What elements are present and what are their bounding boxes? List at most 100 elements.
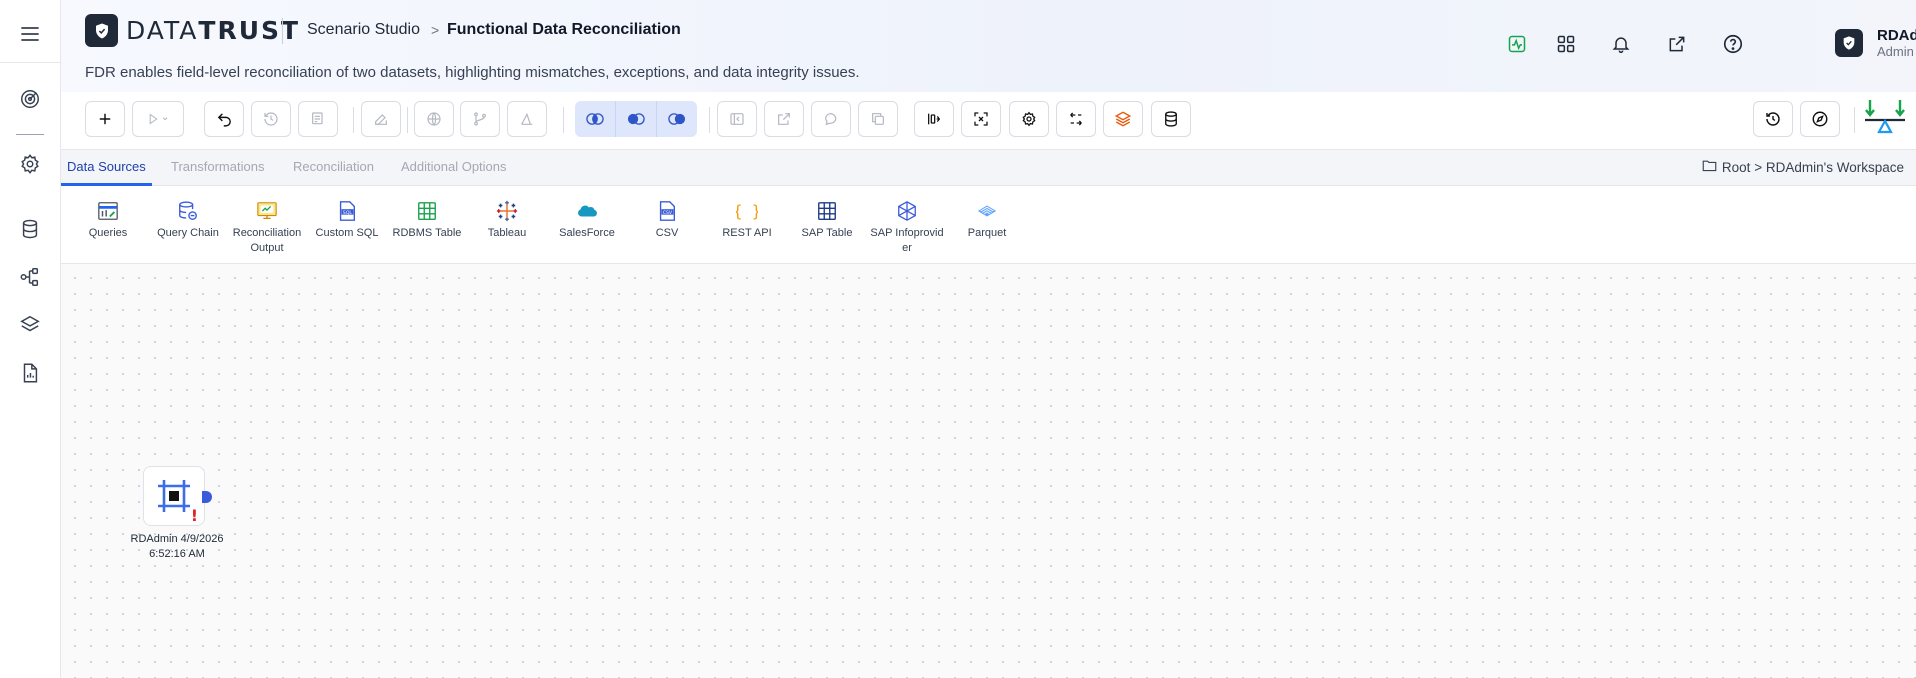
csv-icon: CSV <box>659 201 676 221</box>
custom-sql-icon: SQL <box>339 201 356 221</box>
palette-label: Custom SQL <box>315 227 379 239</box>
database-button[interactable] <box>1151 101 1191 137</box>
node-label: RDAdmin 4/9/2026 6:52:16 AM <box>130 533 224 560</box>
collapse-panel-button[interactable] <box>717 101 757 137</box>
palette-item-sap-table[interactable]: SAP Table <box>789 200 865 241</box>
workspace-separator: > <box>1754 159 1763 175</box>
palette-item-custom-sql[interactable]: SQL Custom SQL <box>309 200 385 241</box>
external-link-icon[interactable] <box>1664 31 1690 57</box>
left-join-icon[interactable] <box>616 101 657 137</box>
folder-icon <box>1702 159 1717 175</box>
inner-join-icon[interactable] <box>575 101 616 137</box>
toolbar-divider <box>353 107 354 133</box>
report-icon[interactable] <box>17 360 43 386</box>
palette-item-rest-api[interactable]: { } REST API <box>709 200 785 241</box>
sap-infoprovider-icon <box>898 201 916 221</box>
bell-icon[interactable] <box>1608 31 1634 57</box>
user-name: RDAdmin <box>1877 27 1916 44</box>
workflow-icon[interactable] <box>17 264 43 290</box>
workflow-node[interactable]: ! <box>143 466 212 526</box>
parquet-icon <box>977 205 997 217</box>
user-role: Admin <box>1877 44 1914 59</box>
workspace-root[interactable]: Root <box>1722 160 1751 175</box>
palette-label: Reconciliation Output <box>232 227 302 254</box>
palette-item-tableau[interactable]: Tableau <box>469 200 545 241</box>
palette-item-parquet[interactable]: Parquet <box>949 200 1025 241</box>
palette-item-csv[interactable]: CSV CSV <box>629 200 705 241</box>
workspace-name[interactable]: RDAdmin's Workspace <box>1766 160 1904 175</box>
palette-item-query-chain[interactable]: Query Chain <box>150 200 226 241</box>
shield-logo-icon <box>85 14 118 47</box>
chart-button[interactable] <box>507 101 547 137</box>
gear-button[interactable] <box>1009 101 1049 137</box>
tab-additional-options[interactable]: Additional Options <box>395 150 513 186</box>
undo-button[interactable] <box>204 101 244 137</box>
balance-scale-icon[interactable] <box>1863 96 1907 140</box>
comment-button[interactable] <box>811 101 851 137</box>
tab-bar: Data Sources Transformations Reconciliat… <box>61 149 1916 186</box>
tab-transformations[interactable]: Transformations <box>165 150 270 186</box>
brand-wordmark: DATATRUST <box>126 16 301 45</box>
workspace-breadcrumb[interactable]: Root > RDAdmin's Workspace <box>1702 159 1904 175</box>
fit-view-button[interactable] <box>961 101 1001 137</box>
right-join-icon[interactable] <box>657 101 697 137</box>
data-source-palette: Queries Query Chain Reconciliation Outpu… <box>61 186 1916 264</box>
warning-icon: ! <box>190 506 198 525</box>
svg-text:CSV: CSV <box>663 210 673 216</box>
join-type-toggle-group <box>575 101 697 137</box>
query-chain-icon <box>179 201 197 220</box>
tab-data-sources[interactable]: Data Sources <box>61 150 152 186</box>
sap-table-icon <box>818 202 836 220</box>
datatrust-logo[interactable]: DATATRUST <box>85 14 300 47</box>
globe-button[interactable] <box>414 101 454 137</box>
toolbar <box>61 92 1916 149</box>
breadcrumb-parent[interactable]: Scenario Studio <box>307 21 420 39</box>
history-button[interactable] <box>251 101 291 137</box>
palette-label: RDBMS Table <box>392 227 462 239</box>
palette-item-queries[interactable]: Queries <box>70 200 146 241</box>
palette-label: Tableau <box>487 227 527 239</box>
layers-icon[interactable] <box>17 312 43 338</box>
database-icon[interactable] <box>17 216 43 242</box>
apps-grid-icon[interactable] <box>1553 31 1579 57</box>
toolbar-divider <box>709 107 710 133</box>
user-menu[interactable]: RDAdmin Admin <box>1835 27 1916 59</box>
edit-button[interactable] <box>361 101 401 137</box>
reconciliation-output-icon <box>257 202 277 219</box>
tab-reconciliation[interactable]: Reconciliation <box>287 150 380 186</box>
palette-label: CSV <box>655 227 679 239</box>
compass-button[interactable] <box>1800 101 1840 137</box>
output-port[interactable] <box>202 491 212 503</box>
settings-icon[interactable] <box>17 151 43 177</box>
export-button[interactable] <box>764 101 804 137</box>
activity-icon[interactable] <box>1504 31 1530 57</box>
user-avatar-icon <box>1835 29 1863 57</box>
branch-button[interactable] <box>460 101 500 137</box>
workflow-canvas[interactable]: ! RDAdmin 4/9/2026 6:52:16 AM <box>61 264 1916 678</box>
mapping-button[interactable] <box>1056 101 1096 137</box>
left-rail <box>0 0 61 678</box>
palette-item-sap-infoprovider[interactable]: SAP Infoprovider <box>869 200 945 256</box>
queries-icon <box>98 202 118 220</box>
target-icon[interactable] <box>17 86 43 112</box>
stack-button[interactable] <box>1103 101 1143 137</box>
page-header: DATATRUST Scenario Studio > Functional D… <box>61 0 1916 92</box>
palette-item-salesforce[interactable]: SalesForce <box>549 200 625 241</box>
copy-button[interactable] <box>858 101 898 137</box>
restore-button[interactable] <box>1753 101 1793 137</box>
help-icon[interactable] <box>1720 31 1746 57</box>
palette-item-reconciliation-output[interactable]: Reconciliation Output <box>229 200 305 256</box>
rail-divider <box>0 62 61 63</box>
hamburger-menu-icon[interactable] <box>18 22 42 46</box>
version-list-button[interactable] <box>298 101 338 137</box>
toolbar-divider <box>1854 107 1855 133</box>
add-button[interactable] <box>85 101 125 137</box>
palette-label: SAP Infoprovider <box>870 227 944 254</box>
tableau-icon <box>496 200 518 222</box>
frame-node-icon <box>158 480 190 512</box>
run-button[interactable] <box>132 101 184 137</box>
palette-item-rdbms-table[interactable]: RDBMS Table <box>389 200 465 241</box>
rdbms-table-icon <box>418 202 436 220</box>
align-button[interactable] <box>914 101 954 137</box>
breadcrumb-chevron-icon: > <box>431 22 440 38</box>
